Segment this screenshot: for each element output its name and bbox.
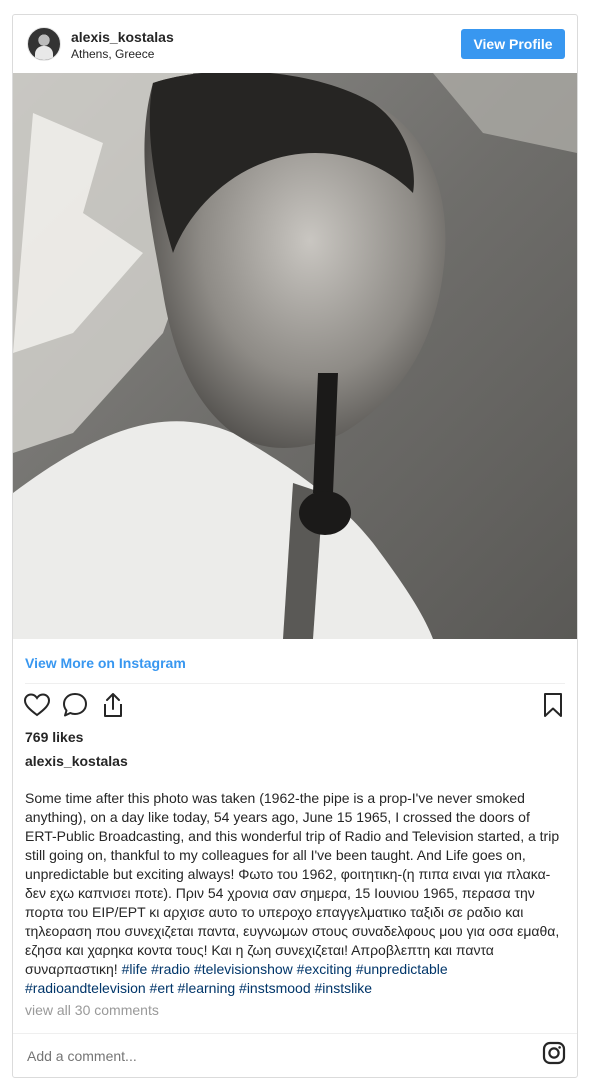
location[interactable]: Athens, Greece — [71, 47, 154, 61]
post-header: alexis_kostalas Athens, Greece View Prof… — [13, 15, 577, 73]
divider — [25, 683, 565, 684]
username[interactable]: alexis_kostalas — [71, 29, 174, 45]
instagram-icon[interactable] — [542, 1041, 566, 1065]
likes-count[interactable]: 769 likes — [25, 729, 83, 745]
action-bar — [23, 691, 567, 723]
caption-text: Some time after this photo was taken (19… — [25, 789, 565, 998]
caption-username[interactable]: alexis_kostalas — [25, 753, 128, 769]
heart-icon[interactable] — [23, 691, 51, 719]
caption-body: Some time after this photo was taken (19… — [25, 790, 560, 977]
view-comments-link[interactable]: view all 30 comments — [25, 1002, 159, 1018]
share-icon[interactable] — [99, 691, 127, 719]
comment-icon[interactable] — [61, 691, 89, 719]
view-profile-button[interactable]: View Profile — [461, 29, 565, 59]
divider — [13, 1033, 577, 1034]
post-photo[interactable] — [13, 73, 577, 639]
bookmark-icon[interactable] — [539, 691, 567, 719]
instagram-embed-card: alexis_kostalas Athens, Greece View Prof… — [12, 14, 578, 1078]
post-photo-image — [13, 73, 577, 639]
avatar[interactable] — [27, 27, 61, 61]
view-more-link[interactable]: View More on Instagram — [25, 655, 186, 671]
add-comment-input[interactable] — [25, 1047, 509, 1065]
